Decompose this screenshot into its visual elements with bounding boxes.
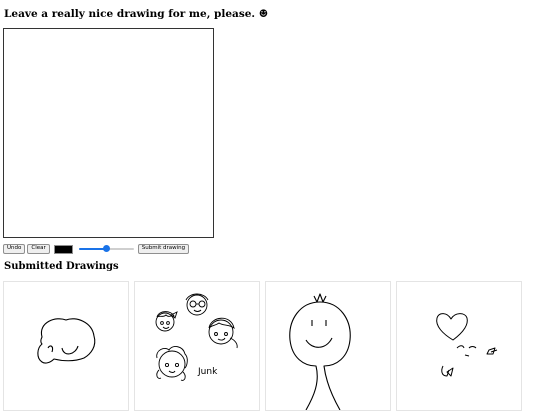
submitted-drawing[interactable] xyxy=(265,281,391,411)
gallery-title: Submitted Drawings xyxy=(4,261,119,272)
submitted-drawing[interactable] xyxy=(396,281,522,411)
brush-size-slider[interactable] xyxy=(78,244,134,254)
slider-thumb[interactable] xyxy=(102,245,110,252)
submit-drawing-button[interactable]: Submit drawing xyxy=(137,244,190,254)
multiple-faces-drawing: Junk xyxy=(155,293,238,381)
clear-button[interactable]: Clear xyxy=(27,244,50,254)
blob-face-drawing xyxy=(37,318,96,364)
drawing-caption: Junk xyxy=(197,367,218,377)
drawing-canvas[interactable] xyxy=(3,28,214,238)
balloon-face-drawing xyxy=(289,293,351,410)
color-picker[interactable] xyxy=(53,244,73,254)
undo-button[interactable]: Undo xyxy=(3,244,26,254)
drawing-toolbar: Undo Clear Submit drawing xyxy=(3,243,190,255)
submitted-drawing[interactable] xyxy=(3,281,129,411)
heart-doodle-drawing xyxy=(436,313,498,377)
submitted-drawing[interactable]: Junk xyxy=(134,281,260,411)
page-title: Leave a really nice drawing for me, plea… xyxy=(4,8,269,20)
